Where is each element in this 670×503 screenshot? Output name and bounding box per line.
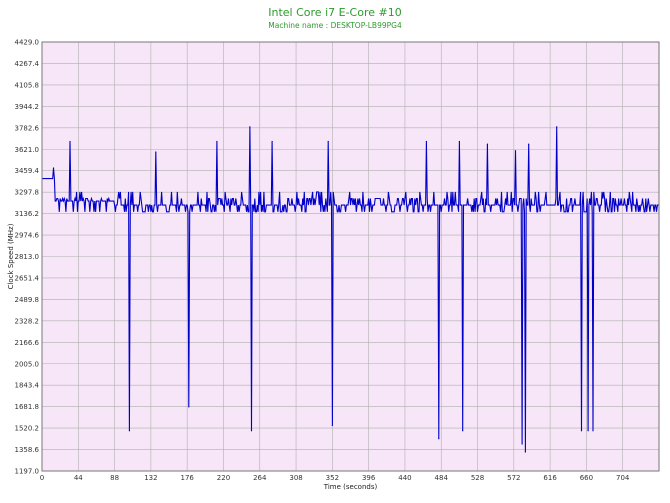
y-tick-label: 3944.2: [15, 103, 40, 111]
spike-point: [155, 151, 157, 153]
spike-point: [216, 140, 218, 143]
spike-point: [462, 430, 464, 432]
y-tick-label: 2489.8: [15, 296, 40, 304]
x-tick-label: 352: [326, 474, 339, 482]
x-tick-label: 396: [362, 474, 376, 482]
y-tick-label: 3621.0: [15, 146, 40, 154]
spike-point: [514, 150, 517, 152]
x-tick-label: 660: [580, 474, 593, 482]
x-tick-label: 176: [180, 474, 194, 482]
y-tick-label: 4105.8: [15, 81, 40, 89]
spike-point: [592, 430, 594, 432]
spike-point: [438, 438, 440, 440]
spike-point: [327, 140, 329, 143]
spike-point: [425, 140, 427, 143]
y-tick-label: 2813.0: [15, 253, 40, 261]
spike-point: [271, 140, 273, 143]
y-tick-label: 2328.2: [15, 317, 40, 325]
spike-point: [486, 143, 489, 145]
x-tick-label: 572: [507, 474, 520, 482]
spike-point: [188, 406, 190, 408]
spike-point: [458, 140, 460, 143]
y-tick-label: 1520.2: [15, 425, 40, 433]
spike-point: [556, 126, 558, 128]
y-tick-label: 2651.4: [15, 274, 40, 282]
x-axis-title: Time (seconds): [323, 483, 378, 491]
x-tick-label: 528: [471, 474, 484, 482]
y-tick-label: 4267.4: [15, 60, 40, 68]
x-tick-label: 440: [398, 474, 411, 482]
spike-point: [524, 451, 526, 453]
x-axis-ticks: 0 44 88 132 176 220 264 308 352 396 440 484 528 572 61…: [40, 474, 630, 482]
spike-point: [528, 143, 530, 145]
spike-point: [587, 430, 589, 432]
x-tick-label: 132: [144, 474, 157, 482]
x-tick-label: 704: [616, 474, 630, 482]
x-tick-label: 220: [217, 474, 230, 482]
y-tick-label: 2974.6: [15, 232, 40, 240]
y-tick-label: 1843.4: [15, 382, 40, 390]
y-tick-label: 3459.4: [15, 167, 40, 175]
spike-point: [128, 430, 131, 432]
y-tick-label: 1681.8: [15, 403, 40, 411]
x-tick-label: 0: [40, 474, 44, 482]
x-tick-label: 484: [435, 474, 449, 482]
spike-point: [52, 167, 55, 169]
grid-lines: [41, 41, 659, 472]
y-tick-label: 4429.0: [15, 39, 40, 47]
y-tick-label: 3136.2: [15, 210, 40, 218]
x-tick-label: 616: [543, 474, 557, 482]
spike-point: [331, 424, 333, 427]
y-tick-label: 1358.6: [15, 446, 40, 454]
spike-point: [521, 443, 523, 445]
y-tick-label: 2166.6: [15, 339, 40, 347]
x-tick-label: 264: [253, 474, 267, 482]
x-tick-label: 44: [74, 474, 83, 482]
x-tick-label: 88: [110, 474, 119, 482]
spike-point: [580, 430, 583, 432]
spike-point: [250, 430, 253, 432]
x-tick-label: 308: [289, 474, 302, 482]
spike-point: [249, 126, 251, 128]
spike-point: [69, 140, 71, 143]
clock-speed-line-chart: 1197.0 1358.6 1520.2 1681.8 1843.4 2005.0 2166…: [7, 39, 660, 491]
y-axis-title: Clock Speed (MHz): [7, 223, 15, 289]
y-tick-label: 3782.6: [15, 124, 40, 132]
y-tick-label: 1197.0: [15, 468, 40, 476]
y-tick-label: 3297.8: [15, 189, 40, 197]
y-tick-label: 2005.0: [15, 360, 40, 368]
y-axis-ticks: 1197.0 1358.6 1520.2 1681.8 1843.4 2005.0 2166…: [15, 39, 40, 476]
